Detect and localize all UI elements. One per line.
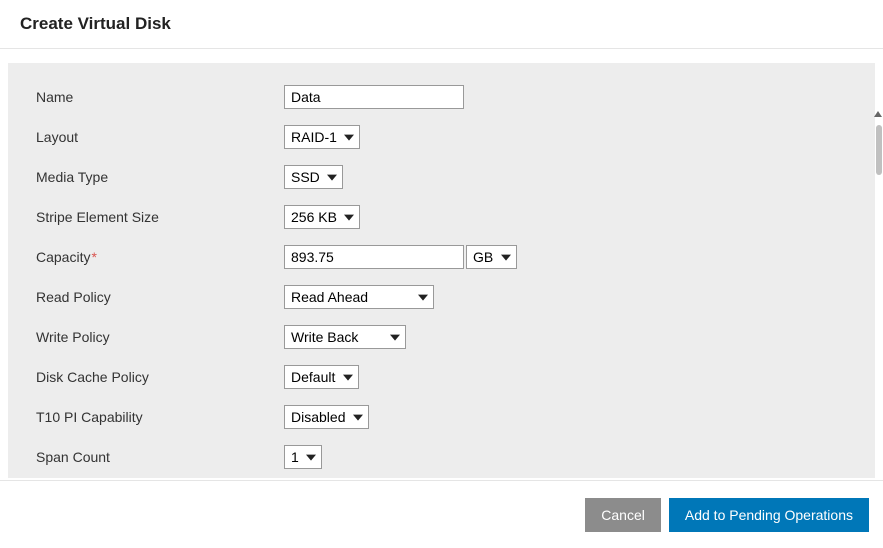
label-capacity-text: Capacity [36, 249, 90, 265]
row-t10pi: T10 PI Capability Disabled [36, 405, 847, 429]
form-container: Name Layout RAID-1 Media Type SSD Stripe… [0, 49, 883, 478]
row-stripe-size: Stripe Element Size 256 KB [36, 205, 847, 229]
row-write-policy: Write Policy Write Back [36, 325, 847, 349]
label-disk-cache: Disk Cache Policy [36, 369, 284, 385]
span-count-select[interactable]: 1 [284, 445, 322, 469]
label-stripe-size: Stripe Element Size [36, 209, 284, 225]
t10pi-select[interactable]: Disabled [284, 405, 369, 429]
dialog-title: Create Virtual Disk [0, 0, 883, 49]
scroll-thumb[interactable] [876, 125, 882, 175]
required-mark: * [91, 249, 96, 265]
label-read-policy: Read Policy [36, 289, 284, 305]
label-span-count: Span Count [36, 449, 284, 465]
row-read-policy: Read Policy Read Ahead [36, 285, 847, 309]
row-layout: Layout RAID-1 [36, 125, 847, 149]
dialog-footer: Cancel Add to Pending Operations [0, 480, 883, 548]
write-policy-select-wrap: Write Back [284, 325, 406, 349]
name-input[interactable] [284, 85, 464, 109]
stripe-size-select[interactable]: 256 KB [284, 205, 360, 229]
t10pi-select-wrap: Disabled [284, 405, 369, 429]
row-span-count: Span Count 1 [36, 445, 847, 469]
layout-select[interactable]: RAID-1 [284, 125, 360, 149]
label-name: Name [36, 89, 284, 105]
disk-cache-select[interactable]: Default [284, 365, 359, 389]
scroll-up-icon[interactable] [873, 111, 883, 117]
capacity-input[interactable] [284, 245, 464, 269]
row-name: Name [36, 85, 847, 109]
add-to-pending-button[interactable]: Add to Pending Operations [669, 498, 869, 532]
stripe-size-select-wrap: 256 KB [284, 205, 360, 229]
row-media-type: Media Type SSD [36, 165, 847, 189]
layout-select-wrap: RAID-1 [284, 125, 360, 149]
read-policy-select-wrap: Read Ahead [284, 285, 434, 309]
disk-cache-select-wrap: Default [284, 365, 359, 389]
form-panel: Name Layout RAID-1 Media Type SSD Stripe… [8, 63, 875, 478]
span-count-select-wrap: 1 [284, 445, 322, 469]
row-capacity: Capacity* GB [36, 245, 847, 269]
media-type-select-wrap: SSD [284, 165, 343, 189]
read-policy-select[interactable]: Read Ahead [284, 285, 434, 309]
label-layout: Layout [36, 129, 284, 145]
label-media-type: Media Type [36, 169, 284, 185]
write-policy-select[interactable]: Write Back [284, 325, 406, 349]
media-type-select[interactable]: SSD [284, 165, 343, 189]
label-t10pi: T10 PI Capability [36, 409, 284, 425]
capacity-unit-select[interactable]: GB [466, 245, 517, 269]
cancel-button[interactable]: Cancel [585, 498, 661, 532]
capacity-unit-select-wrap: GB [466, 245, 517, 269]
label-capacity: Capacity* [36, 249, 284, 265]
label-write-policy: Write Policy [36, 329, 284, 345]
capacity-input-group: GB [284, 245, 517, 269]
row-disk-cache: Disk Cache Policy Default [36, 365, 847, 389]
